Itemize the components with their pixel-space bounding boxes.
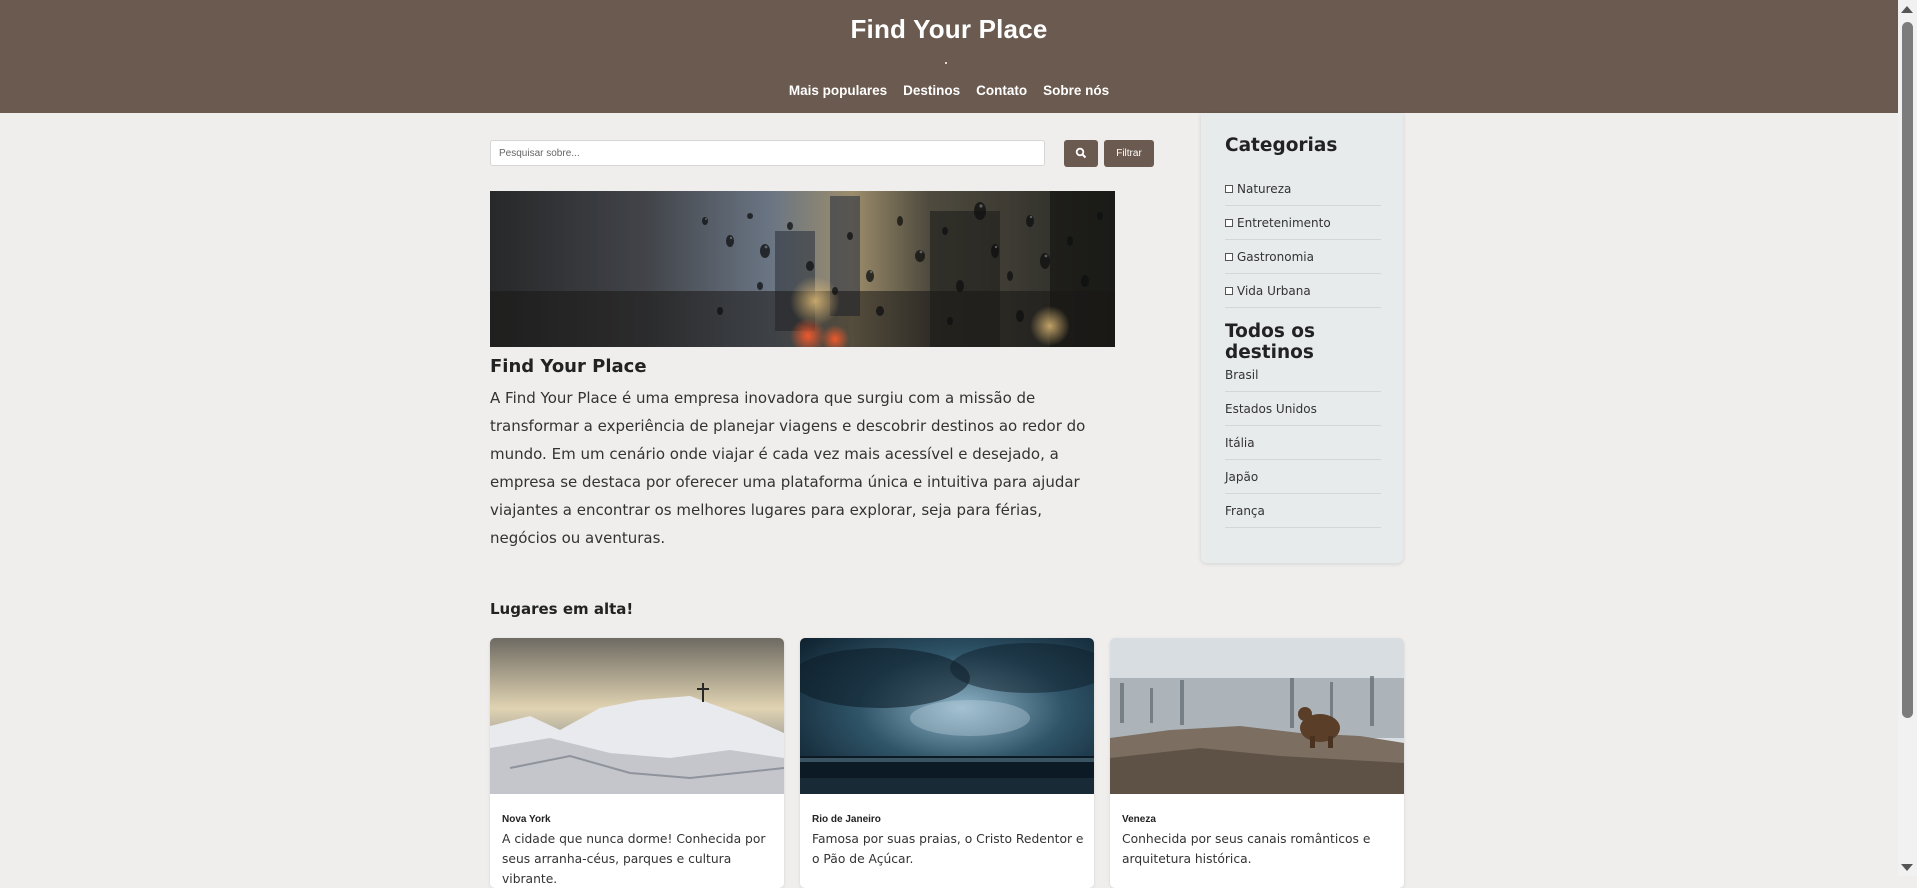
checkbox[interactable] xyxy=(1225,286,1233,295)
category-label: Natureza xyxy=(1237,181,1292,196)
page-scrollbar[interactable] xyxy=(1898,0,1917,876)
categories-list: Natureza Entretenimento Gastronomia Vida… xyxy=(1225,172,1381,308)
trending-heading: Lugares em alta! xyxy=(490,600,634,618)
card-description: A cidade que nunca dorme! Conhecida por … xyxy=(502,832,766,886)
scroll-up-arrow-icon[interactable] xyxy=(1901,6,1913,13)
place-card-nova-york[interactable]: Nova York A cidade que nunca dorme! Conh… xyxy=(490,638,784,888)
hero-title: Find Your Place xyxy=(490,356,647,377)
nav-contato[interactable]: Contato xyxy=(976,83,1027,98)
categories-heading: Categorias xyxy=(1225,135,1338,156)
category-label: Vida Urbana xyxy=(1237,283,1311,298)
category-label: Gastronomia xyxy=(1237,249,1314,264)
header-dot xyxy=(945,62,947,64)
card-image-stormy-sea xyxy=(800,638,1094,794)
checkbox[interactable] xyxy=(1225,184,1233,193)
destination-item-franca[interactable]: França xyxy=(1225,494,1381,528)
search-button[interactable] xyxy=(1064,140,1098,167)
search-icon xyxy=(1075,147,1087,159)
category-item-entretenimento[interactable]: Entretenimento xyxy=(1225,206,1381,240)
checkbox[interactable] xyxy=(1225,218,1233,227)
site-header: Find Your Place Mais populares Destinos … xyxy=(0,0,1898,113)
nav-mais-populares[interactable]: Mais populares xyxy=(789,83,887,98)
scroll-down-arrow-icon[interactable] xyxy=(1901,864,1913,871)
main-nav: Mais populares Destinos Contato Sobre nó… xyxy=(0,83,1898,98)
destination-item-estados-unidos[interactable]: Estados Unidos xyxy=(1225,392,1381,426)
hero-description: A Find Your Place é uma empresa inovador… xyxy=(490,389,1086,547)
place-card-veneza[interactable]: Veneza Conhecida por seus canais românti… xyxy=(1110,638,1404,888)
card-title: Nova York xyxy=(502,814,551,825)
destinations-list: Brasil Estados Unidos Itália Japão Franç… xyxy=(1225,358,1381,528)
destination-item-italia[interactable]: Itália xyxy=(1225,426,1381,460)
search-input[interactable] xyxy=(490,140,1045,166)
checkbox[interactable] xyxy=(1225,252,1233,261)
card-title: Veneza xyxy=(1122,814,1156,825)
hero-image xyxy=(490,191,1115,347)
place-card-rio-de-janeiro[interactable]: Rio de Janeiro Famosa por suas praias, o… xyxy=(800,638,1094,888)
destination-item-brasil[interactable]: Brasil xyxy=(1225,358,1381,392)
card-description: Famosa por suas praias, o Cristo Redento… xyxy=(812,832,1084,866)
nav-destinos[interactable]: Destinos xyxy=(903,83,960,98)
filter-button[interactable]: Filtrar xyxy=(1104,140,1154,167)
scrollbar-thumb[interactable] xyxy=(1902,22,1913,718)
category-item-gastronomia[interactable]: Gastronomia xyxy=(1225,240,1381,274)
category-item-vida-urbana[interactable]: Vida Urbana xyxy=(1225,274,1381,308)
sidebar: Categorias Natureza Entretenimento Gastr… xyxy=(1201,113,1403,563)
destinations-heading: Todos os destinos xyxy=(1225,321,1315,363)
card-description: Conhecida por seus canais românticos e a… xyxy=(1122,832,1371,866)
destination-item-japao[interactable]: Japão xyxy=(1225,460,1381,494)
card-image-bear-on-rock xyxy=(1110,638,1404,794)
nav-sobre-nos[interactable]: Sobre nós xyxy=(1043,83,1109,98)
card-title: Rio de Janeiro xyxy=(812,814,881,825)
category-label: Entretenimento xyxy=(1237,215,1331,230)
category-item-natureza[interactable]: Natureza xyxy=(1225,172,1381,206)
site-title: Find Your Place xyxy=(850,14,1048,44)
card-image-snowy-summit xyxy=(490,638,784,794)
